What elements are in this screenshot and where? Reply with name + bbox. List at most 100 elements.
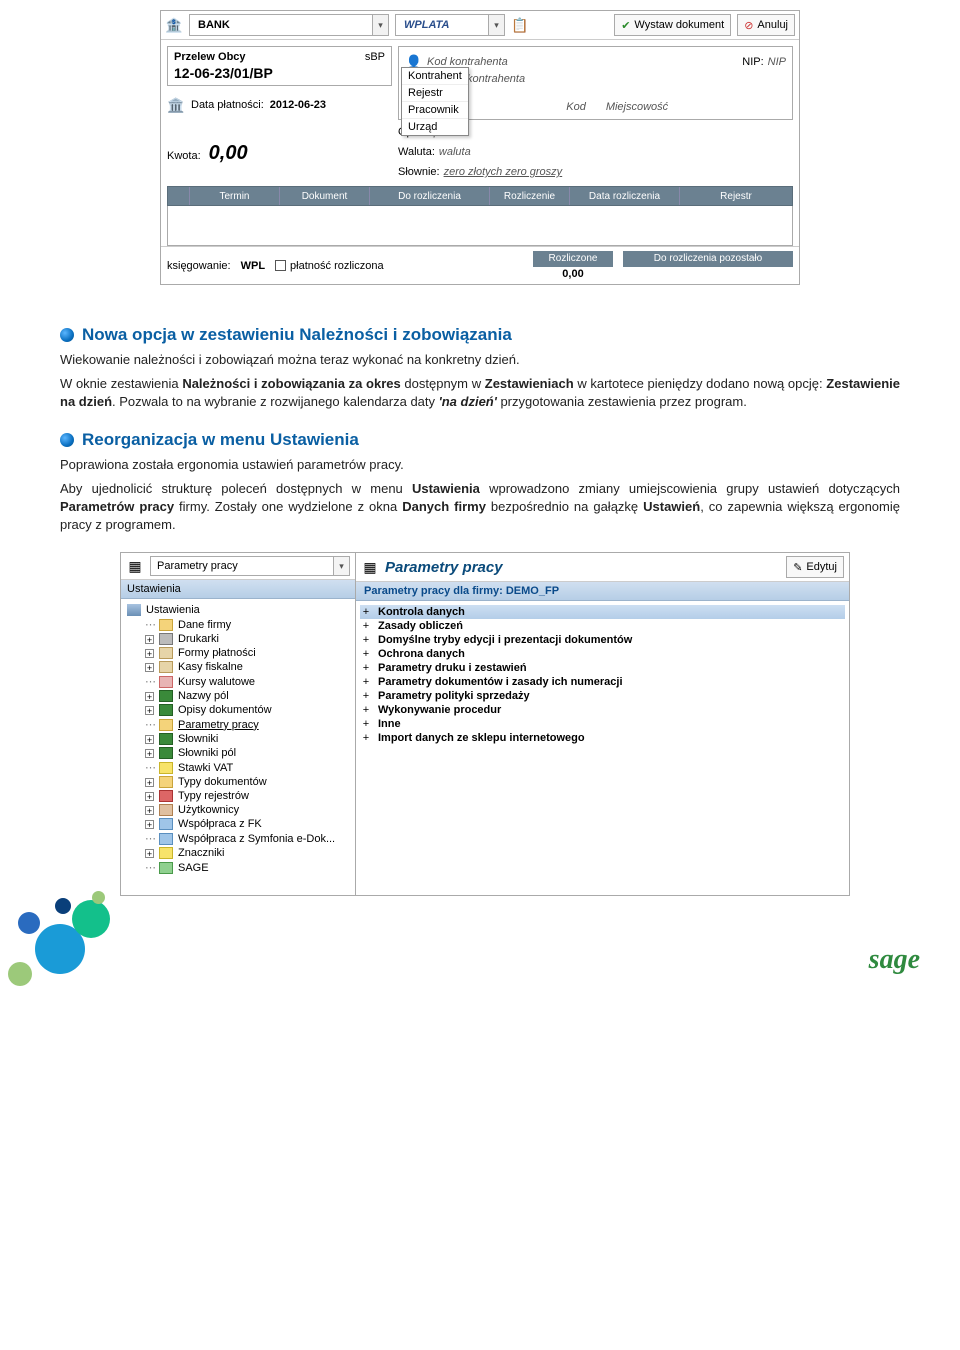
bullet-icon xyxy=(60,328,74,342)
tree-item-slowniki-pol[interactable]: +Słowniki pól xyxy=(121,746,355,760)
expand-icon[interactable]: + xyxy=(145,735,154,744)
tree-item-stawki-vat[interactable]: ⋯Stawki VAT xyxy=(121,760,355,775)
wplata-select[interactable]: WPLATA xyxy=(395,14,505,36)
chevron-down-icon[interactable] xyxy=(333,557,349,575)
tree-item-typy-dokumentow[interactable]: +Typy dokumentów xyxy=(121,775,355,789)
grid-header-termin[interactable]: Termin xyxy=(190,187,280,205)
az-icon xyxy=(159,704,173,716)
expand-icon[interactable]: + xyxy=(360,732,372,744)
expand-icon[interactable]: + xyxy=(360,690,372,702)
chevron-down-icon[interactable] xyxy=(488,15,504,35)
tree-item-drukarki[interactable]: +Drukarki xyxy=(121,632,355,646)
expand-icon[interactable]: + xyxy=(145,692,154,701)
pp-category-bar: Ustawienia xyxy=(121,580,355,599)
pp-category[interactable]: +Ochrona danych xyxy=(360,647,845,661)
kontrahent-type-dropdown[interactable]: Kontrahent Rejestr Pracownik Urząd xyxy=(401,67,469,136)
section-paragraph: Poprawiona została ergonomia ustawień pa… xyxy=(60,456,900,474)
form-icon: ▦ xyxy=(126,557,144,575)
tree-root[interactable]: Ustawienia xyxy=(121,603,355,617)
slownie-value: zero złotych zero groszy xyxy=(444,166,563,178)
tree-item-kasy-fiskalne[interactable]: +Kasy fiskalne xyxy=(121,660,355,674)
tree-item-parametry-pracy[interactable]: ⋯Parametry pracy xyxy=(121,717,355,732)
pp-category[interactable]: +Wykonywanie procedur xyxy=(360,703,845,717)
expand-icon[interactable]: + xyxy=(145,649,154,658)
pp-category[interactable]: +Domyślne tryby edycji i prezentacji dok… xyxy=(360,633,845,647)
kontrahenta-underlay: kontrahenta xyxy=(467,73,525,85)
expand-icon[interactable]: + xyxy=(145,749,154,758)
az-icon xyxy=(159,733,173,745)
kod-label[interactable]: Kod xyxy=(566,101,586,113)
section-paragraph: Aby ujednolicić strukturę poleceń dostęp… xyxy=(60,480,900,535)
wplata-label: WPLATA xyxy=(396,19,457,31)
expand-icon[interactable]: + xyxy=(360,606,372,618)
expand-icon[interactable]: + xyxy=(360,662,372,674)
expand-icon[interactable]: + xyxy=(360,704,372,716)
expand-icon[interactable]: + xyxy=(145,820,154,829)
platnosc-rozliczona-checkbox[interactable]: płatność rozliczona xyxy=(275,260,384,272)
kwota-value[interactable]: 0,00 xyxy=(209,142,248,165)
tree-item-nazwy-pol[interactable]: +Nazwy pól xyxy=(121,689,355,703)
dropdown-item[interactable]: Urząd xyxy=(402,119,468,135)
anuluj-button[interactable]: ⊘ Anuluj xyxy=(737,14,795,36)
expand-icon[interactable]: + xyxy=(145,849,154,858)
platnosc-rozliczona-label: płatność rozliczona xyxy=(290,260,384,272)
pp-select[interactable]: Parametry pracy xyxy=(150,556,350,576)
notepad-icon[interactable]: 📋 xyxy=(511,16,529,34)
pp-category[interactable]: +Kontrola danych xyxy=(360,605,845,619)
dropdown-item[interactable]: Kontrahent xyxy=(402,68,468,85)
expand-icon[interactable]: + xyxy=(145,706,154,715)
waluta-label: Waluta: xyxy=(398,146,435,158)
expand-icon[interactable]: + xyxy=(145,663,154,672)
tree-item-formy-platnosci[interactable]: +Formy płatności xyxy=(121,646,355,660)
pp-category[interactable]: +Parametry dokumentów i zasady ich numer… xyxy=(360,675,845,689)
nip-value[interactable]: NIP xyxy=(768,56,786,68)
grid-header-rozliczenie[interactable]: Rozliczenie xyxy=(490,187,570,205)
grid-header-data-rozliczenia[interactable]: Data rozliczenia xyxy=(570,187,680,205)
grid-header-rejestr[interactable]: Rejestr xyxy=(680,187,792,205)
tree-item-znaczniki[interactable]: +Znaczniki xyxy=(121,846,355,860)
tag-icon xyxy=(159,847,173,859)
bank-select[interactable]: BANK xyxy=(189,14,389,36)
dropdown-item[interactable]: Rejestr xyxy=(402,85,468,102)
dropdown-item[interactable]: Pracownik xyxy=(402,102,468,119)
pp-category[interactable]: +Zasady obliczeń xyxy=(360,619,845,633)
decor-dot-icon xyxy=(18,912,40,934)
pp-category[interactable]: +Inne xyxy=(360,717,845,731)
edytuj-button[interactable]: ✎ Edytuj xyxy=(786,556,844,578)
expand-icon[interactable]: + xyxy=(360,676,372,688)
section-heading: Reorganizacja w menu Ustawienia xyxy=(82,430,359,450)
waluta-value[interactable]: waluta xyxy=(439,146,471,158)
expand-icon[interactable]: + xyxy=(360,718,372,730)
expand-icon[interactable]: + xyxy=(145,806,154,815)
document-icon xyxy=(159,776,173,788)
tree-item-slowniki[interactable]: +Słowniki xyxy=(121,732,355,746)
bank-icon: 🏦 xyxy=(165,16,183,34)
expand-icon[interactable]: + xyxy=(360,620,372,632)
tree-item-wspolpraca-edok[interactable]: ⋯Współpraca z Symfonia e-Dok... xyxy=(121,831,355,846)
pp-sidebar: ▦ Parametry pracy Ustawienia Ustawienia … xyxy=(121,553,356,895)
miejscowosc-label[interactable]: Miejscowość xyxy=(606,101,668,113)
tree-item-kursy-walutowe[interactable]: ⋯Kursy walutowe xyxy=(121,674,355,689)
pp-category[interactable]: +Parametry polityki sprzedaży xyxy=(360,689,845,703)
wystaw-dokument-button[interactable]: ✔ Wystaw dokument xyxy=(614,14,731,36)
bank-toolbar: 🏦 BANK WPLATA 📋 ✔ Wystaw dokument ⊘ Anul… xyxy=(161,11,799,40)
grid-header-checkbox[interactable] xyxy=(168,187,190,205)
tree-item-wspolpraca-fk[interactable]: +Współpraca z FK xyxy=(121,817,355,831)
expand-icon[interactable]: + xyxy=(145,778,154,787)
expand-icon[interactable]: + xyxy=(360,648,372,660)
expand-icon[interactable]: + xyxy=(145,635,154,644)
pp-category[interactable]: +Import danych ze sklepu internetowego xyxy=(360,731,845,745)
pp-category[interactable]: +Parametry druku i zestawień xyxy=(360,661,845,675)
tree-item-typy-rejestrow[interactable]: +Typy rejestrów xyxy=(121,789,355,803)
tree-item-uzytkownicy[interactable]: +Użytkownicy xyxy=(121,803,355,817)
tree-item-sage[interactable]: ⋯SAGE xyxy=(121,860,355,875)
grid-header-do-rozliczenia[interactable]: Do rozliczenia xyxy=(370,187,490,205)
expand-icon[interactable]: + xyxy=(360,634,372,646)
expand-icon[interactable]: + xyxy=(145,792,154,801)
grid-header-dokument[interactable]: Dokument xyxy=(280,187,370,205)
chevron-down-icon[interactable] xyxy=(372,15,388,35)
parametry-pracy-window: ▦ Parametry pracy Ustawienia Ustawienia … xyxy=(120,552,850,896)
tree-item-dane-firmy[interactable]: ⋯Dane firmy xyxy=(121,617,355,632)
tree-item-opisy-dokumentow[interactable]: +Opisy dokumentów xyxy=(121,703,355,717)
decor-dot-icon xyxy=(92,891,105,904)
